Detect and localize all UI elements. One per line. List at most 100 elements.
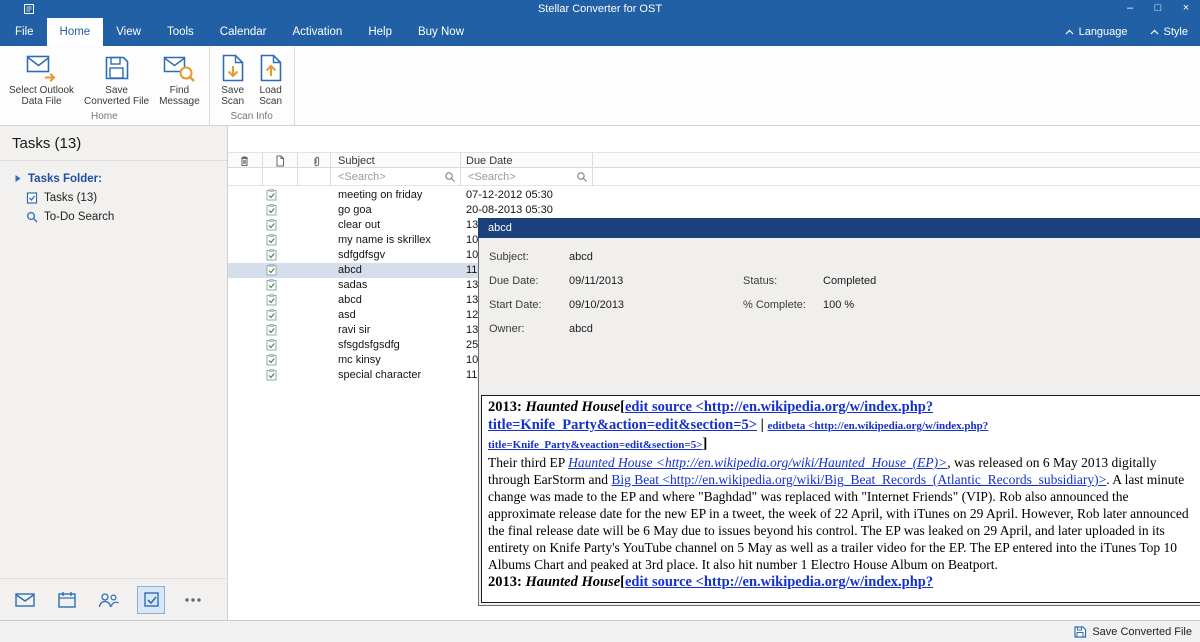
- row-subject: mc kinsy: [338, 354, 381, 366]
- tab-tools[interactable]: Tools: [154, 18, 207, 46]
- owner-field-value: abcd: [569, 323, 593, 335]
- save-converted-file-action[interactable]: Save Converted File: [1073, 621, 1192, 642]
- task-item-icon: [266, 339, 277, 351]
- message-paragraph: 2013: Haunted House[edit source <http://…: [488, 398, 1194, 454]
- ribbon-button-label: Message: [159, 96, 200, 107]
- subject-column-header[interactable]: Subject: [338, 155, 375, 167]
- language-label: Language: [1079, 26, 1128, 38]
- wiki-link[interactable]: edit source <http://en.wikipedia.org/w/i…: [625, 574, 933, 590]
- start-date-field-value: 09/10/2013: [569, 299, 624, 311]
- row-due-date: 10: [466, 234, 478, 246]
- contacts-nav-icon[interactable]: [96, 587, 122, 613]
- task-item-icon: [266, 189, 277, 201]
- message-paragraph: Their third EP Haunted House <http://en.…: [488, 454, 1194, 573]
- row-due-date: 07-12-2012 05:30: [466, 189, 553, 201]
- menubar: File Home View Tools Calendar Activation…: [0, 18, 1200, 46]
- tree-item-tasks-folder[interactable]: Tasks Folder:: [0, 169, 227, 188]
- minimize-button[interactable]: –: [1116, 0, 1144, 18]
- tasks-nav-icon[interactable]: [138, 587, 164, 613]
- column-separator: [297, 152, 298, 186]
- table-row[interactable]: go goa20-08-2013 05:30: [228, 203, 1200, 218]
- task-item-icon: [266, 369, 277, 381]
- window-controls: – □ ×: [1116, 0, 1200, 18]
- ribbon-button-label: Save: [221, 85, 244, 96]
- select-outlook-data-file-button[interactable]: Select Outlook Data File: [4, 49, 79, 108]
- tree-item-label: Tasks (13): [44, 192, 97, 204]
- wiki-link[interactable]: Haunted House <http://en.wikipedia.org/w…: [568, 455, 947, 470]
- panel-title: Tasks (13): [0, 126, 227, 161]
- row-subject: go goa: [338, 204, 372, 216]
- column-separator: [460, 152, 461, 186]
- text-segment: |: [757, 417, 767, 433]
- message-body[interactable]: 2013: Haunted House[edit source <http://…: [481, 395, 1200, 603]
- row-due-date: 10: [466, 249, 478, 261]
- task-detail-dialog: abcd Subject: abcd Due Date: 09/11/2013 …: [478, 218, 1200, 606]
- statusbar: Save Converted File: [0, 620, 1200, 642]
- wiki-link[interactable]: Big Beat <http://en.wikipedia.org/wiki/B…: [611, 472, 1106, 487]
- document-column-icon[interactable]: [275, 155, 285, 167]
- tab-activation[interactable]: Activation: [279, 18, 355, 46]
- select-data-file-icon: [25, 51, 59, 85]
- find-message-button[interactable]: Find Message: [154, 49, 205, 108]
- maximize-button[interactable]: □: [1144, 0, 1172, 18]
- more-nav-icon[interactable]: [180, 587, 206, 613]
- load-scan-button[interactable]: Load Scan: [252, 49, 290, 108]
- task-item-icon: [266, 279, 277, 291]
- tab-calendar[interactable]: Calendar: [207, 18, 280, 46]
- ribbon-button-label: Find: [170, 85, 189, 96]
- owner-field-label: Owner:: [489, 323, 524, 335]
- row-subject: asd: [338, 309, 356, 321]
- menubar-right: Language Style: [1065, 18, 1188, 46]
- dialog-titlebar[interactable]: abcd: [478, 218, 1200, 238]
- module-switcher: [0, 578, 226, 620]
- language-menu[interactable]: Language: [1065, 26, 1128, 38]
- save-scan-button[interactable]: Save Scan: [214, 49, 252, 108]
- ribbon-group-scan-info-label: Scan Info: [214, 108, 290, 125]
- search-icon[interactable]: [576, 171, 588, 183]
- ribbon-button-label: Scan: [221, 96, 244, 107]
- row-subject: abcd: [338, 294, 362, 306]
- close-button[interactable]: ×: [1172, 0, 1200, 18]
- status-field-label: Status:: [743, 275, 777, 287]
- row-due-date: 11: [466, 369, 477, 381]
- tree-item-todo-search[interactable]: To-Do Search: [0, 207, 227, 226]
- tab-help[interactable]: Help: [355, 18, 405, 46]
- style-menu[interactable]: Style: [1150, 26, 1188, 38]
- tab-view[interactable]: View: [103, 18, 154, 46]
- delete-column-icon[interactable]: [239, 155, 250, 167]
- row-due-date: 11: [466, 264, 477, 276]
- row-subject: sdfgdfsgv: [338, 249, 385, 261]
- column-separator: [330, 152, 331, 186]
- calendar-nav-icon[interactable]: [54, 587, 80, 613]
- chevron-up-icon: [1065, 29, 1074, 35]
- ribbon-group-scan-info: Save Scan Load Scan Scan Info: [210, 46, 295, 125]
- tree-item-tasks[interactable]: Tasks (13): [0, 188, 227, 207]
- task-item-icon: [266, 204, 277, 216]
- save-converted-file-button[interactable]: Save Converted File: [79, 49, 154, 108]
- tab-home[interactable]: Home: [47, 18, 104, 46]
- attachment-column-icon[interactable]: [312, 155, 321, 168]
- table-row[interactable]: meeting on friday07-12-2012 05:30: [228, 188, 1200, 203]
- subject-field-label: Subject:: [489, 251, 529, 263]
- start-date-field-label: Start Date:: [489, 299, 542, 311]
- due-date-column-header[interactable]: Due Date: [466, 155, 512, 167]
- text-segment: 2013:: [488, 574, 525, 590]
- find-message-icon: [163, 51, 195, 85]
- due-date-field-value: 09/11/2013: [569, 275, 623, 287]
- search-row: <Search> <Search>: [228, 168, 1200, 186]
- ribbon-group-home: Select Outlook Data File Save Converted …: [0, 46, 210, 125]
- row-subject: clear out: [338, 219, 380, 231]
- percent-complete-field-value: 100 %: [823, 299, 854, 311]
- window-title: Stellar Converter for OST: [0, 0, 1200, 18]
- mail-nav-icon[interactable]: [12, 587, 38, 613]
- due-date-search-input[interactable]: <Search>: [468, 171, 516, 183]
- task-item-icon: [266, 294, 277, 306]
- tab-file[interactable]: File: [2, 18, 47, 46]
- subject-search-input[interactable]: <Search>: [338, 171, 386, 183]
- tab-buy-now[interactable]: Buy Now: [405, 18, 477, 46]
- load-scan-icon: [257, 51, 285, 85]
- task-item-icon: [266, 324, 277, 336]
- row-subject: sfsgdsfgsdfg: [338, 339, 400, 351]
- dialog-title: abcd: [488, 222, 512, 234]
- search-icon[interactable]: [444, 171, 456, 183]
